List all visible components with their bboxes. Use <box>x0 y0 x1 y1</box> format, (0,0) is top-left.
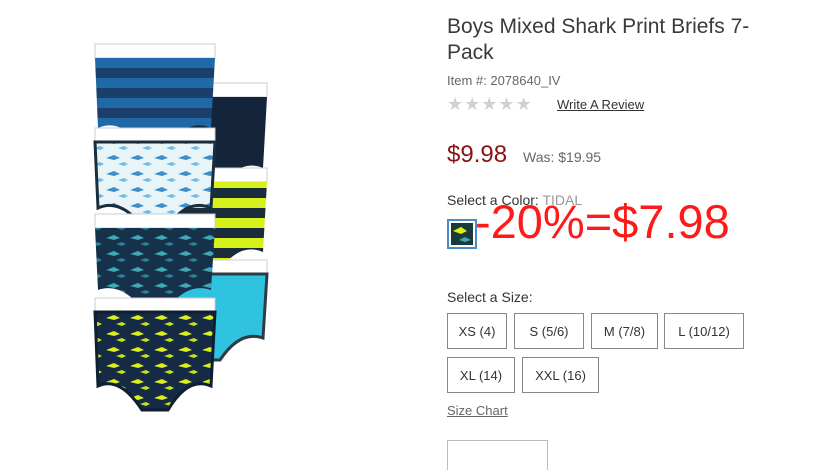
size-option-xl[interactable]: XL (14) <box>447 357 515 393</box>
product-image[interactable] <box>80 38 295 438</box>
color-swatch-tidal[interactable] <box>447 219 477 249</box>
rating-stars: ★ ★ ★ ★ ★ <box>447 94 532 114</box>
star-icon: ★ <box>464 94 481 114</box>
product-title: Boys Mixed Shark Print Briefs 7-Pack <box>447 15 750 64</box>
size-option-l[interactable]: L (10/12) <box>664 313 744 349</box>
size-selector-label: Select a Size: <box>447 289 533 305</box>
product-info-panel: Boys Mixed Shark Print Briefs 7-Pack Ite… <box>447 0 817 470</box>
write-review-link[interactable]: Write A Review <box>557 97 644 112</box>
size-option-xxl[interactable]: XXL (16) <box>522 357 599 393</box>
current-price: $9.98 <box>447 141 508 168</box>
was-price: Was: $19.95 <box>523 149 602 165</box>
briefs-pack-illustration <box>93 43 269 412</box>
size-chart-link[interactable]: Size Chart <box>447 403 508 418</box>
item-number: Item #: 2078640_IV <box>447 73 561 88</box>
star-icon: ★ <box>481 94 498 114</box>
size-option-s[interactable]: S (5/6) <box>514 313 584 349</box>
size-option-xs[interactable]: XS (4) <box>447 313 507 349</box>
discount-annotation: -20%=$7.98 <box>475 195 730 248</box>
star-icon: ★ <box>447 94 464 114</box>
star-icon: ★ <box>498 94 515 114</box>
quantity-box[interactable] <box>447 440 548 470</box>
size-option-m[interactable]: M (7/8) <box>591 313 658 349</box>
star-icon: ★ <box>515 94 532 114</box>
swatch-pattern <box>451 223 473 245</box>
